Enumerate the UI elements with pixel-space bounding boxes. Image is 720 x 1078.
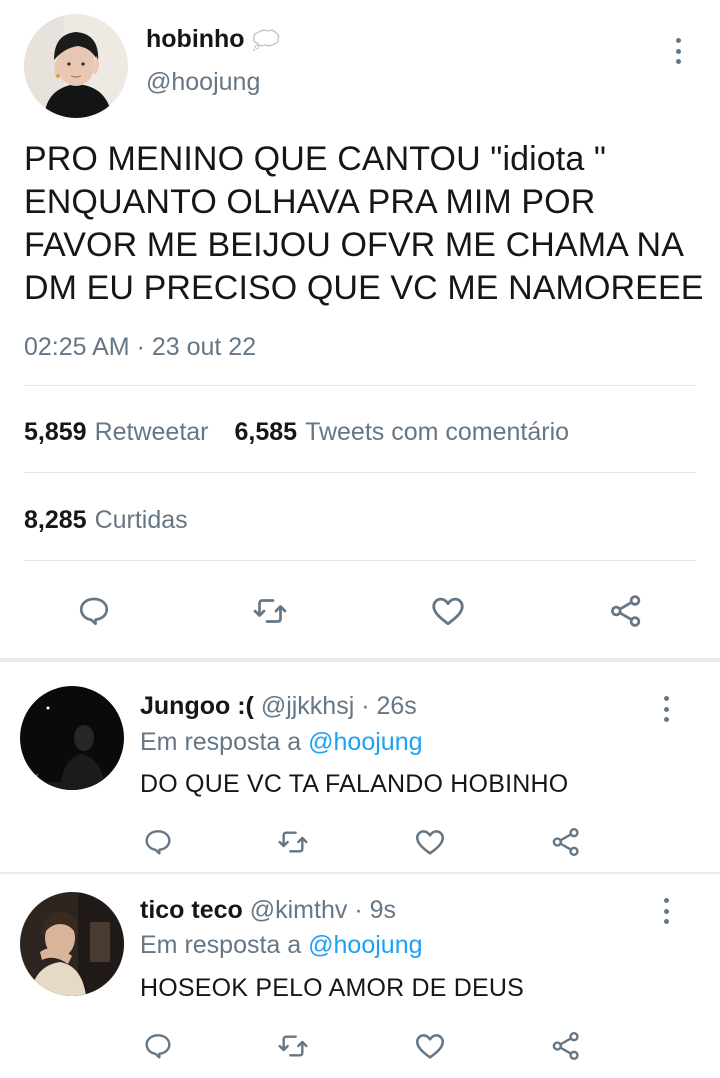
reply-header: tico teco @kimthv · 9s (140, 896, 396, 925)
more-options-icon[interactable] (656, 692, 676, 726)
reply-text: HOSEOK PELO AMOR DE DEUS (140, 974, 525, 1002)
like-icon[interactable] (426, 589, 470, 633)
retweet-label[interactable]: Retweetar (95, 418, 209, 447)
reply-avatar[interactable] (20, 686, 124, 790)
thought-balloon-icon (251, 29, 281, 51)
reply-author-handle[interactable]: @kimthv (250, 896, 348, 924)
reply-author-name[interactable]: Jungoo :( (140, 692, 254, 720)
share-icon[interactable] (604, 589, 648, 633)
reply-time: · 26s (361, 692, 417, 720)
like-icon[interactable] (410, 1026, 450, 1066)
retweet-icon[interactable] (273, 1026, 313, 1066)
reply-icon[interactable] (72, 589, 116, 633)
retweet-count[interactable]: 5,859 (24, 418, 87, 447)
divider (24, 560, 696, 561)
quote-label[interactable]: Tweets com comentário (305, 418, 569, 447)
reply-icon[interactable] (138, 822, 178, 862)
reply-text: DO QUE VC TA FALANDO HOBINHO (140, 770, 569, 798)
like-count[interactable]: 8,285 (24, 506, 87, 535)
tweet-timestamp[interactable]: 02:25 AM · 23 out 22 (24, 333, 256, 362)
quote-count[interactable]: 6,585 (235, 418, 298, 447)
reply-prefix: Em resposta a (140, 931, 302, 959)
main-tweet: hobinho @hoojung PRO MENINO QUE CANTOU "… (0, 0, 720, 660)
divider (24, 472, 696, 473)
reply-icon[interactable] (138, 1026, 178, 1066)
reply-author-name[interactable]: tico teco (140, 896, 243, 924)
more-options-icon[interactable] (668, 34, 688, 68)
like-label[interactable]: Curtidas (95, 506, 188, 535)
divider (24, 385, 696, 386)
like-icon[interactable] (410, 822, 450, 862)
more-options-icon[interactable] (656, 894, 676, 928)
share-icon[interactable] (546, 822, 586, 862)
reply-tweet[interactable]: Jungoo :( @jjkkhsj · 26s Em resposta a @… (0, 662, 720, 872)
reply-context: Em resposta a @hoojung (140, 931, 423, 960)
reply-avatar[interactable] (20, 892, 124, 996)
reply-time: · 9s (354, 896, 396, 924)
author-name-row[interactable]: hobinho (146, 25, 281, 54)
like-stats: 8,285 Curtidas (24, 506, 188, 535)
share-icon[interactable] (546, 1026, 586, 1066)
reply-author-handle[interactable]: @jjkkhsj (261, 692, 354, 720)
reply-prefix: Em resposta a (140, 728, 302, 756)
reply-mention-link[interactable]: @hoojung (308, 931, 422, 959)
retweet-stats: 5,859 Retweetar 6,585 Tweets com comentá… (24, 418, 569, 447)
retweet-icon[interactable] (248, 589, 292, 633)
tweet-text: PRO MENINO QUE CANTOU "idiota " ENQUANTO… (24, 140, 704, 307)
reply-mention-link[interactable]: @hoojung (308, 728, 422, 756)
author-name[interactable]: hobinho (146, 25, 245, 54)
tweet-actions (0, 583, 720, 637)
reply-header: Jungoo :( @jjkkhsj · 26s (140, 692, 417, 721)
author-handle[interactable]: @hoojung (146, 68, 260, 97)
author-avatar[interactable] (24, 14, 128, 118)
reply-context: Em resposta a @hoojung (140, 728, 423, 757)
reply-tweet[interactable]: tico teco @kimthv · 9s Em resposta a @ho… (0, 874, 720, 1078)
retweet-icon[interactable] (273, 822, 313, 862)
